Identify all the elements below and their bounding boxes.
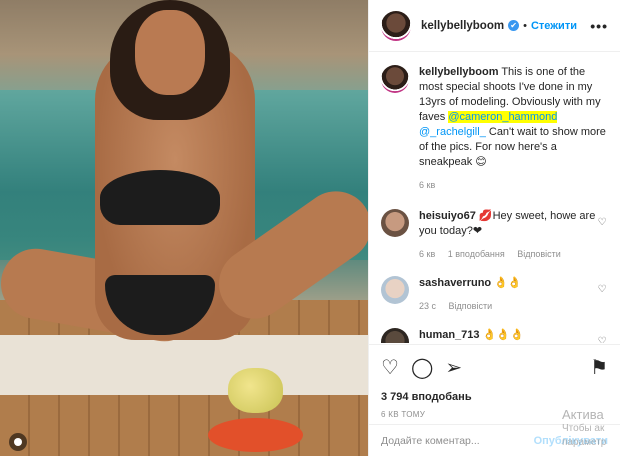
author-username[interactable]: kellybellyboom [421, 20, 504, 32]
comment-avatar[interactable] [381, 328, 409, 343]
share-send-icon[interactable]: ➢ [445, 357, 462, 379]
caption-mention-2[interactable]: @_rachelgill_ [419, 126, 486, 138]
separator-dot: • [523, 19, 527, 32]
author-avatar[interactable] [381, 10, 411, 41]
photo-fruit [228, 368, 283, 413]
comment-text: 👌👌 [491, 277, 522, 289]
comments-list[interactable]: kellybellyboom This is one of the most s… [369, 53, 620, 343]
follow-button[interactable]: Стежити [531, 20, 577, 32]
comment-bubble-icon[interactable]: ◯ [411, 357, 433, 379]
verified-icon: ✔ [508, 20, 520, 31]
save-bookmark-icon[interactable]: ⚑ [590, 357, 608, 379]
caption: kellybellyboom This is one of the most s… [381, 65, 608, 193]
reply-button[interactable]: Відповісти [449, 301, 493, 311]
comment-item: heisuiyo67 💋Hey sweet, howe are you toda… [381, 209, 608, 262]
caption-username[interactable]: kellybellyboom [419, 66, 498, 78]
comment-like-icon[interactable]: ♡ [596, 217, 608, 228]
add-comment-bar: Додайте коментар... Опублікувати [369, 424, 620, 456]
comment-username[interactable]: human_713 [419, 329, 480, 341]
post-header: kellybellyboom ✔ • Стежити ••• [369, 0, 620, 52]
comment-username[interactable]: sashaverruno [419, 277, 491, 289]
likes-count[interactable]: 3 794 вподобань [381, 391, 608, 403]
photo-bikini-top [100, 170, 220, 225]
photo-face [135, 10, 205, 95]
like-heart-icon[interactable]: ♡ [381, 357, 399, 379]
comment-likes[interactable]: 1 вподобання [448, 249, 505, 259]
comment-avatar[interactable] [381, 209, 409, 237]
post-side-panel: kellybellyboom ✔ • Стежити ••• kellybell… [368, 0, 620, 456]
caption-mention-1[interactable]: @cameron_hammond [448, 111, 558, 123]
caption-avatar[interactable] [381, 65, 409, 93]
post-comment-button[interactable]: Опублікувати [534, 435, 608, 447]
reply-button[interactable]: Відповісти [517, 249, 561, 259]
comment-username[interactable]: heisuiyo67 [419, 210, 476, 222]
comment-like-icon[interactable]: ♡ [596, 284, 608, 295]
photo-plate [208, 418, 303, 452]
comment-text: 👌👌👌 [479, 329, 524, 341]
tagged-users-icon[interactable] [9, 433, 27, 451]
comment-item: sashaverruno 👌👌 23 с Відповісти ♡ [381, 276, 608, 314]
comment-like-icon[interactable]: ♡ [596, 336, 608, 343]
post-time[interactable]: 6 КВ ТОМУ [381, 410, 608, 419]
comment-time[interactable]: 23 с [419, 301, 436, 311]
comment-avatar[interactable] [381, 276, 409, 304]
comment-time[interactable]: 6 кв [419, 249, 435, 259]
post-photo[interactable] [0, 0, 368, 456]
caption-emoji: 😊 [475, 156, 487, 168]
caption-time[interactable]: 6 кв [419, 180, 435, 190]
comment-item: human_713 👌👌👌 ♡ [381, 328, 608, 343]
comment-input[interactable]: Додайте коментар... [381, 435, 480, 447]
more-options-icon[interactable]: ••• [590, 18, 608, 34]
photo-cushion [0, 335, 368, 395]
